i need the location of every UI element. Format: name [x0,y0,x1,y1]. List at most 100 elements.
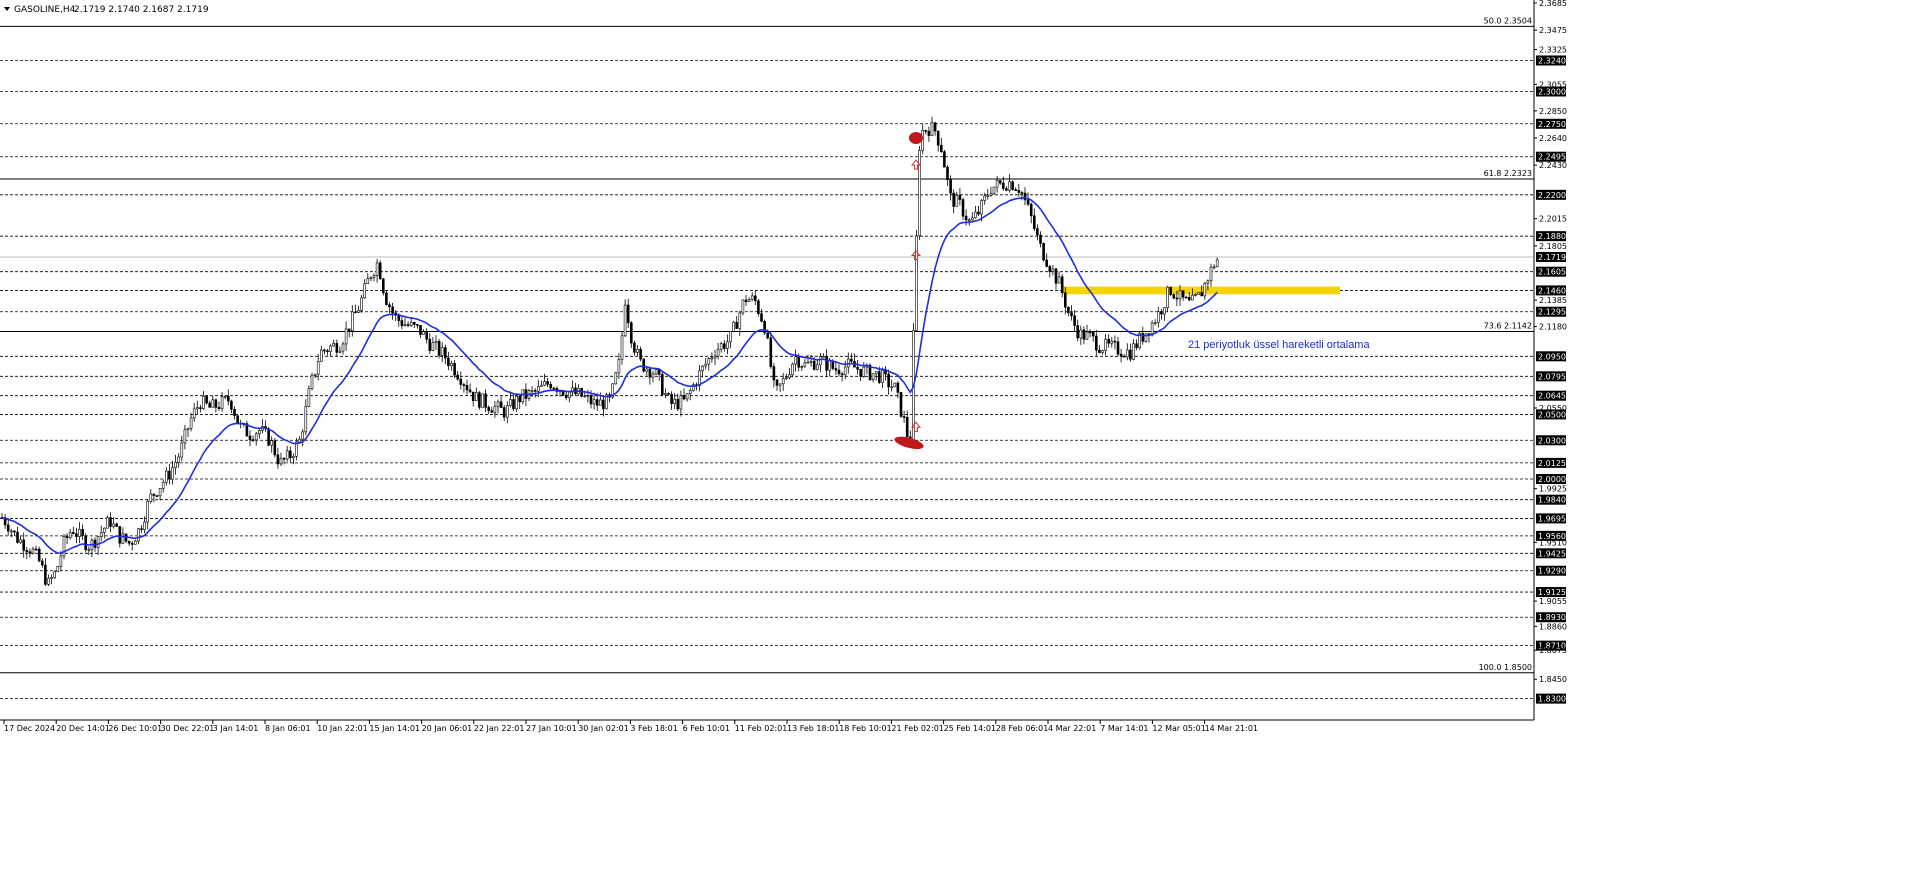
candle-body [1184,296,1188,299]
time-tick-label: 21 Feb 02:01 [891,724,943,733]
candle-body [276,454,280,465]
candle-body [146,501,149,523]
candle-body [13,530,16,533]
candle-body [1141,333,1145,342]
candle-body [1076,325,1079,339]
candle-body [533,390,537,392]
time-tick-label: 3 Feb 18:01 [630,724,677,733]
candle-body [59,555,63,567]
candle-body [809,360,813,363]
candle-body [1203,282,1207,297]
price-tag-label: 1.9695 [1538,514,1566,523]
candle-body [155,495,159,497]
candle-body [964,215,968,221]
candle-body [329,345,332,352]
time-tick-label: 12 Mar 05:01 [1152,724,1205,733]
candle-body [1014,189,1018,191]
price-tick-label: 2.3325 [1539,46,1567,55]
candle-body [946,166,949,181]
time-tick-label: 20 Dec 14:01 [56,724,110,733]
candle-body [248,435,252,440]
candle-body [288,450,292,459]
candle-body [822,356,825,358]
candle-body [1153,322,1157,324]
candle-body [1129,349,1132,360]
candle-body [797,356,801,368]
candle-body [623,304,627,337]
candle-body [710,357,714,360]
candle-body [958,194,962,200]
candle-body [375,262,379,276]
candle-body [360,297,363,311]
candle-body [1042,243,1045,261]
candle-body [1135,343,1138,348]
candle-body [778,383,782,386]
candle-body [893,382,897,388]
price-tag-label: 2.0000 [1538,475,1566,484]
candle-body [952,192,956,207]
candle-body [1200,292,1203,297]
candle-body [189,417,193,429]
candle-body [775,379,779,386]
candle-body [648,368,652,378]
candle-body [174,462,177,469]
price-tick-label: 2.1180 [1539,323,1567,332]
candle-body [78,529,81,537]
price-tag-label: 2.1460 [1538,286,1566,295]
chart-background [0,0,1916,888]
candle-body [970,217,974,221]
candle-body [744,299,748,302]
candle-body [1057,276,1061,284]
candle-body [298,438,301,443]
price-tag-label: 1.8300 [1538,695,1566,704]
candle-body [6,524,10,532]
candle-body [595,399,599,406]
candle-body [834,368,838,371]
candle-body [651,373,655,378]
candle-body [431,342,435,351]
candle-body [772,366,776,381]
candle-body [350,311,354,332]
candle-body [1079,329,1083,339]
candle-body [936,130,940,146]
candle-body [738,312,742,329]
candle-body [552,387,556,390]
candle-body [1110,340,1114,344]
candle-body [233,409,236,416]
candle-body [747,299,751,302]
candle-body [130,542,134,545]
time-tick-label: 4 Mar 22:01 [1048,724,1096,733]
candle-body [177,456,180,463]
price-chart[interactable]: 50.0 2.3504 61.8 2.2323 73.6 2.1142 100.0 1… [0,0,1916,888]
candle-body [961,199,965,217]
candle-body [1157,311,1160,323]
candle-body [223,395,227,398]
candle-body [1036,228,1039,236]
candle-body [716,348,720,357]
candle-body [310,375,314,389]
candle-body [986,194,990,197]
candle-body [1191,294,1194,301]
candle-body [741,299,745,314]
candle-body [369,277,373,279]
candle-body [518,395,522,403]
candle-body [391,306,394,314]
candle-body [121,533,125,544]
candle-body [34,548,38,551]
candle-body [1033,215,1036,229]
candle-body [16,531,19,543]
candle-body [1116,341,1120,355]
candle-body [505,405,509,418]
candle-body [1172,294,1176,299]
price-tick-label: 2.2015 [1539,215,1567,224]
symbol-name: GASOLINE,H4 [14,5,76,15]
fib-label: 50.0 2.3504 [1484,16,1532,25]
candle-body [1011,181,1014,190]
candle-body [927,130,931,136]
candle-body [750,295,754,300]
candle-body [103,527,106,533]
candle-body [323,349,326,352]
candle-body [363,283,367,299]
candle-body [1178,290,1182,300]
candle-body [341,343,345,352]
